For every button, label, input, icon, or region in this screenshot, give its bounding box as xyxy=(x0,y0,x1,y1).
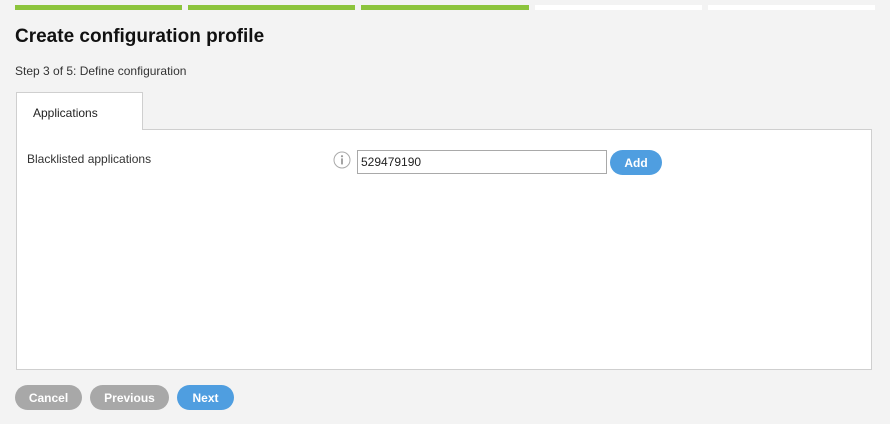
cancel-button[interactable]: Cancel xyxy=(15,385,82,410)
progress-step-1 xyxy=(15,5,183,10)
previous-button[interactable]: Previous xyxy=(90,385,169,410)
page-title: Create configuration profile xyxy=(15,26,265,47)
blacklisted-applications-label: Blacklisted applications xyxy=(27,152,152,166)
add-button[interactable]: Add xyxy=(610,150,662,175)
blacklisted-applications-input[interactable] xyxy=(357,150,607,174)
progress-step-2 xyxy=(188,5,356,10)
progress-step-3 xyxy=(361,5,529,10)
tab-applications-label: Applications xyxy=(33,106,98,120)
tab-applications[interactable]: Applications xyxy=(16,92,143,130)
progress-step-5 xyxy=(707,5,876,10)
info-icon[interactable] xyxy=(333,151,351,169)
step-indicator: Step 3 of 5: Define configuration xyxy=(15,64,187,78)
progress-step-4 xyxy=(534,5,702,10)
wizard-progress-bar xyxy=(15,5,876,10)
next-button[interactable]: Next xyxy=(177,385,234,410)
